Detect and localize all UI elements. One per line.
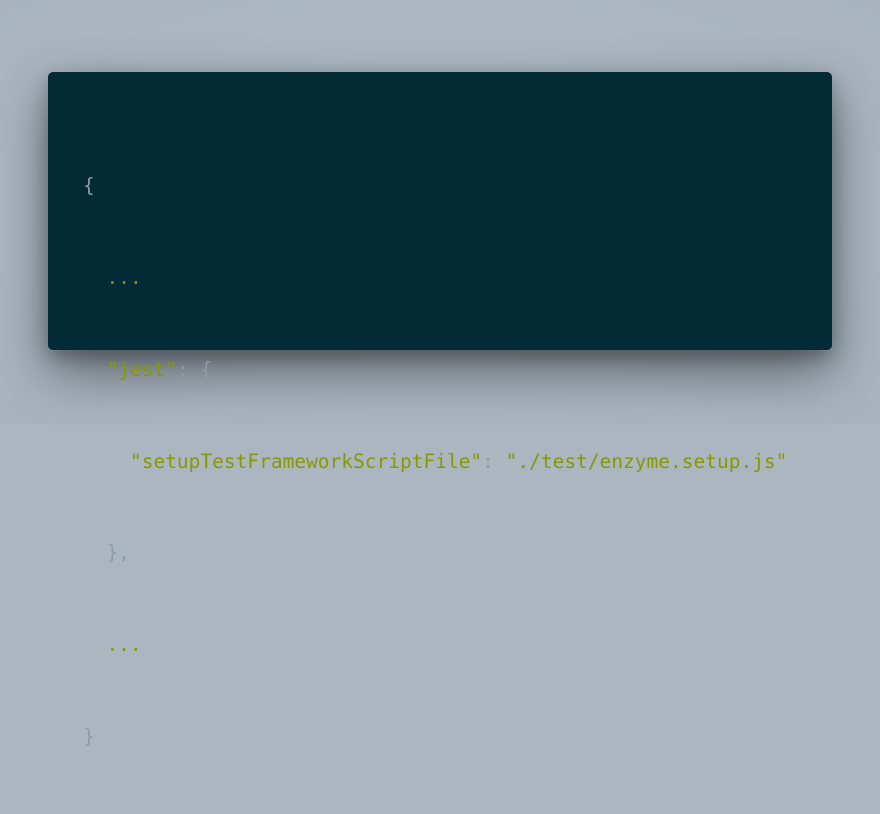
setup-key: "setupTestFrameworkScriptFile" xyxy=(129,449,483,473)
jest-colon-brace: : { xyxy=(176,357,213,381)
code-line-4: "setupTestFrameworkScriptFile": "./test/… xyxy=(83,447,787,478)
open-brace: { xyxy=(83,174,95,198)
setup-value: "./test/enzyme.setup.js" xyxy=(505,449,788,473)
code-line-1: { xyxy=(83,171,787,202)
ellipsis-bottom: ... xyxy=(106,633,142,657)
code-content: { ... "jest": { "setupTestFrameworkScrip… xyxy=(83,110,787,814)
code-line-7: } xyxy=(83,722,787,753)
code-block: { ... "jest": { "setupTestFrameworkScrip… xyxy=(48,72,832,748)
code-line-6: ... xyxy=(83,630,787,661)
close-brace: } xyxy=(83,724,95,748)
ellipsis-top: ... xyxy=(106,265,142,289)
code-line-2: ... xyxy=(83,263,787,294)
setup-colon: : xyxy=(482,449,506,473)
code-line-5: }, xyxy=(83,538,787,569)
jest-key: "jest" xyxy=(106,357,177,381)
code-line-3: "jest": { xyxy=(83,355,787,386)
inner-close-brace: }, xyxy=(106,541,130,565)
